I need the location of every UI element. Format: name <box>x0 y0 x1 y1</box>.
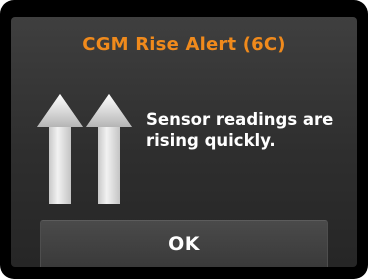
alert-message: Sensor readings are rising quickly. <box>146 109 346 151</box>
alert-title: CGM Rise Alert (6C) <box>82 34 286 55</box>
alert-message-line: Sensor readings are <box>146 110 334 129</box>
device-frame: CGM Rise Alert (6C) Sensor readings are … <box>0 0 368 279</box>
double-up-arrow-icon <box>37 94 137 204</box>
alert-message-line: rising quickly. <box>146 131 276 150</box>
up-arrow-icon <box>86 94 132 204</box>
up-arrow-icon <box>37 94 83 204</box>
ok-button-label: OK <box>168 233 200 255</box>
ok-button[interactable]: OK <box>40 220 328 267</box>
alert-screen: CGM Rise Alert (6C) Sensor readings are … <box>11 17 357 267</box>
